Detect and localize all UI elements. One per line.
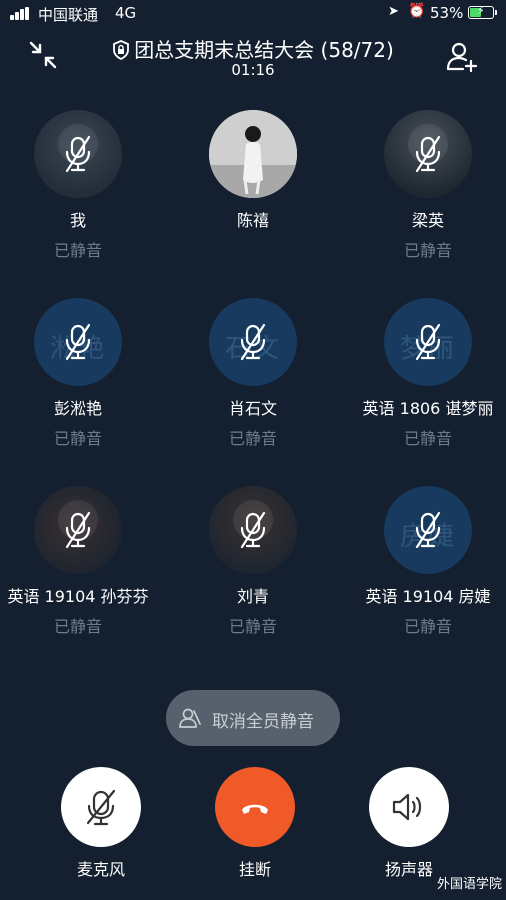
microphone-button[interactable] bbox=[61, 767, 141, 847]
mic-muted-icon bbox=[238, 511, 268, 549]
participant-tile[interactable]: 我已静音 bbox=[0, 110, 158, 260]
speaker-button[interactable] bbox=[369, 767, 449, 847]
battery-percent: 53% bbox=[430, 4, 464, 22]
participant-status: 已静音 bbox=[228, 429, 277, 448]
network-type: 4G bbox=[115, 4, 137, 22]
unmute-all-label: 取消全员静音 bbox=[212, 712, 314, 732]
participant-tile[interactable]: 房婕英语 19104 房婕 已静音 bbox=[348, 486, 506, 636]
participant-tile[interactable]: 陈禧 bbox=[173, 110, 333, 260]
participant-name: 彭淞艳 bbox=[53, 399, 102, 418]
meeting-title: 团总支期末总结大会 (58/72) bbox=[134, 38, 394, 62]
participant-status: 已静音 bbox=[228, 617, 277, 636]
participant-avatar bbox=[384, 110, 472, 198]
alarm-clock-icon: ⏰ bbox=[408, 3, 426, 19]
mic-muted-icon bbox=[413, 511, 443, 549]
hangup-button[interactable] bbox=[215, 767, 295, 847]
participant-tile[interactable]: 石文 肖石文 已静音 bbox=[173, 298, 333, 448]
participant-status: 已静音 bbox=[53, 241, 102, 260]
carrier-name: 中国联通 bbox=[38, 6, 99, 24]
participant-name: 梁英 bbox=[411, 211, 444, 230]
participant-tile[interactable]: 梦丽英语 1806 谌梦丽 已静音 bbox=[348, 298, 506, 448]
participant-name: 肖石文 bbox=[228, 399, 277, 418]
participant-name: 刘青 bbox=[236, 587, 269, 606]
battery-charging-icon: ⚡ bbox=[468, 4, 497, 19]
participant-tile[interactable]: 梁英 已静音 bbox=[348, 110, 506, 260]
participant-status: 已静音 bbox=[403, 617, 452, 636]
person-photo bbox=[209, 110, 297, 198]
signal-bars-icon bbox=[10, 7, 32, 20]
participant-name: 英语 19104 孙芬芬 bbox=[7, 587, 149, 606]
hangup-phone-icon bbox=[242, 804, 268, 814]
location-arrow-icon: ➤ bbox=[388, 4, 399, 19]
participant-avatar bbox=[34, 110, 122, 198]
mic-muted-icon bbox=[63, 135, 93, 173]
participant-name: 我 bbox=[69, 211, 86, 230]
status-bar: 中国联通 4G ➤ ⏰ 53% ⚡ bbox=[0, 0, 506, 28]
participant-status: 已静音 bbox=[403, 241, 452, 260]
participant-avatar: 淞艳 bbox=[34, 298, 122, 386]
participant-name: 英语 1806 谌梦丽 bbox=[362, 399, 494, 418]
speaker-icon bbox=[392, 793, 422, 821]
participant-name: 英语 19104 房婕 bbox=[365, 587, 491, 606]
mic-muted-icon bbox=[413, 135, 443, 173]
participant-avatar bbox=[34, 486, 122, 574]
participant-avatar: 房婕 bbox=[384, 486, 472, 574]
mic-muted-icon bbox=[63, 511, 93, 549]
participant-tile[interactable]: 英语 19104 孙芬芬 已静音 bbox=[0, 486, 158, 636]
hangup-label: 挂断 bbox=[238, 860, 271, 879]
microphone-off-icon bbox=[86, 789, 116, 826]
mic-muted-icon bbox=[238, 323, 268, 361]
add-member-icon[interactable] bbox=[445, 40, 479, 74]
members-mute-icon bbox=[178, 707, 202, 729]
participant-avatar bbox=[209, 110, 297, 198]
unmute-all-button[interactable]: 取消全员静音 bbox=[166, 690, 340, 746]
microphone-label: 麦克风 bbox=[76, 860, 125, 879]
participant-status: 已静音 bbox=[403, 429, 452, 448]
mic-muted-icon bbox=[63, 323, 93, 361]
watermark-text: 外国语学院 bbox=[437, 877, 503, 892]
call-timer: 01:16 bbox=[231, 61, 275, 79]
participant-tile[interactable]: 刘青 已静音 bbox=[173, 486, 333, 636]
participant-avatar: 梦丽 bbox=[384, 298, 472, 386]
participant-avatar: 石文 bbox=[209, 298, 297, 386]
participant-status: 已静音 bbox=[53, 429, 102, 448]
mic-muted-icon bbox=[413, 323, 443, 361]
participant-avatar bbox=[209, 486, 297, 574]
participant-tile[interactable]: 淞艳 彭淞艳 已静音 bbox=[0, 298, 158, 448]
participant-status: 已静音 bbox=[53, 617, 102, 636]
participant-name: 陈禧 bbox=[236, 211, 269, 230]
